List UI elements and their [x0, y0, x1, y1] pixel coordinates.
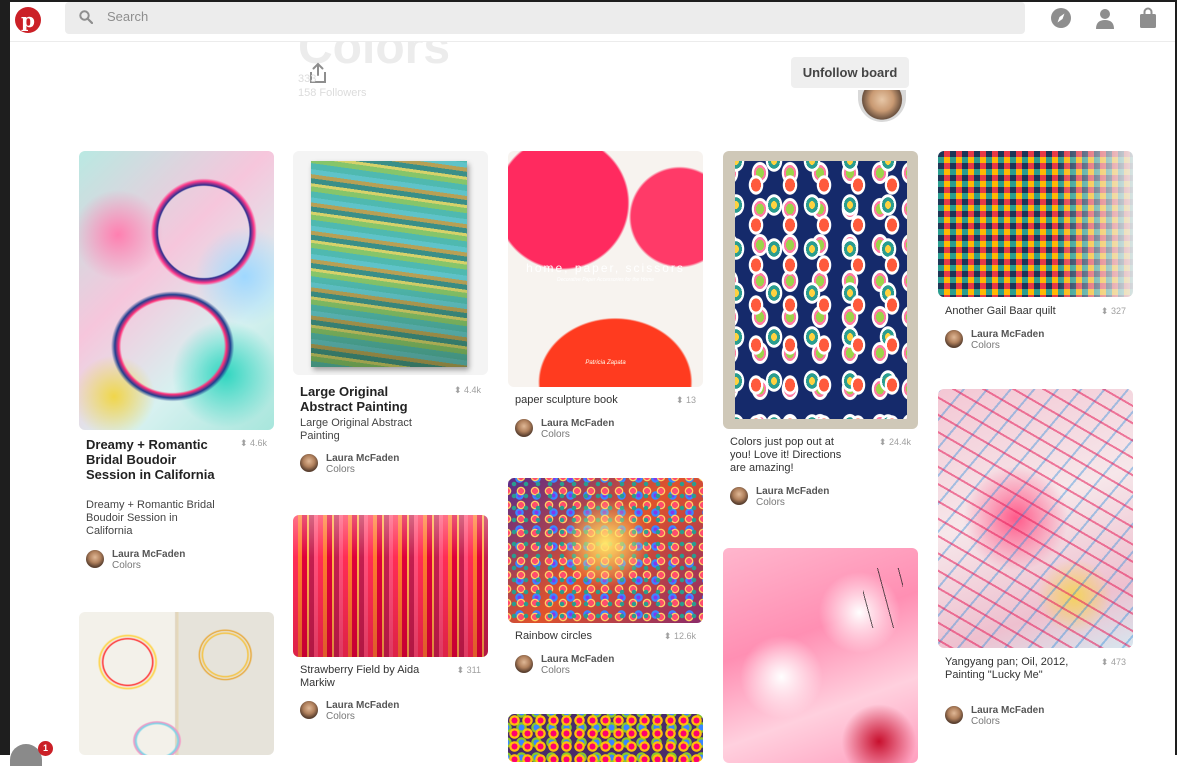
- profile-icon[interactable]: [1094, 7, 1116, 29]
- pin-description: Dreamy + Romantic Bridal Boudoir Session…: [86, 499, 215, 537]
- pin-icon: ⬍: [453, 385, 464, 395]
- pin-card[interactable]: [79, 612, 274, 755]
- repin-count-value: 12.6k: [673, 631, 696, 641]
- pin-image[interactable]: [293, 151, 488, 375]
- explore-icon[interactable]: [1050, 7, 1072, 29]
- pin-image[interactable]: [938, 389, 1133, 648]
- unfollow-board-button[interactable]: Unfollow board: [791, 57, 909, 88]
- pin-title[interactable]: paper sculpture book: [515, 394, 645, 407]
- repin-count-value: 24.4k: [888, 437, 911, 447]
- repin-count-value: 311: [466, 665, 481, 675]
- pinner-name[interactable]: Laura McFaden: [541, 418, 614, 429]
- painting-canvas: [311, 161, 467, 367]
- pin-board-name[interactable]: Colors: [541, 665, 570, 676]
- pin-title[interactable]: Dreamy + Romantic Bridal Boudoir Session…: [86, 437, 226, 482]
- pin-icon: ⬍: [239, 438, 250, 448]
- repin-count-value: 4.4k: [463, 385, 481, 395]
- search-icon: [79, 10, 93, 24]
- repin-count: ⬍ 4.4k: [431, 385, 481, 396]
- window-frame-left: [0, 0, 10, 755]
- search-input[interactable]: [107, 9, 407, 24]
- pin-board-name[interactable]: Colors: [112, 560, 141, 571]
- shopping-bag-icon[interactable]: [1137, 7, 1159, 29]
- repin-count-value: 4.6k: [249, 438, 267, 448]
- repin-count: ⬍ 327: [1076, 306, 1126, 317]
- pin-card[interactable]: Large Original Abstract Painting ⬍ 4.4k …: [293, 151, 488, 481]
- pin-card[interactable]: Yangyang pan; Oil, 2012, Painting "Lucky…: [938, 389, 1133, 729]
- pin-card[interactable]: home, paper, scissors Decorative Paper A…: [508, 151, 703, 441]
- pin-icon: ⬍: [878, 437, 889, 447]
- top-navigation-bar: p: [10, 2, 1175, 42]
- pin-title[interactable]: Strawberry Field by Aida Markiw: [300, 664, 420, 690]
- pin-image[interactable]: [508, 478, 703, 623]
- pin-card[interactable]: Strawberry Field by Aida Markiw ⬍ 311 La…: [293, 515, 488, 725]
- repin-count: ⬍ 12.6k: [646, 631, 696, 642]
- pinterest-logo-icon[interactable]: p: [15, 7, 41, 33]
- pin-icon: ⬍: [663, 631, 674, 641]
- pin-board-name[interactable]: Colors: [326, 711, 355, 722]
- pin-board-name[interactable]: Colors: [541, 429, 570, 440]
- book-title-text: home, paper, scissors: [526, 261, 685, 275]
- repin-count-value: 327: [1110, 306, 1126, 316]
- pin-title[interactable]: Yangyang pan; Oil, 2012, Painting "Lucky…: [945, 656, 1070, 682]
- user-avatar[interactable]: [300, 701, 318, 719]
- pin-card[interactable]: Another Gail Baar quilt ⬍ 327 Laura McFa…: [938, 151, 1133, 351]
- pin-image[interactable]: [723, 151, 918, 429]
- board-stats: 333 158 Followers: [298, 72, 366, 100]
- pin-image[interactable]: home, paper, scissors Decorative Paper A…: [508, 151, 703, 387]
- board-followers: 158 Followers: [298, 87, 367, 99]
- repin-count: ⬍ 24.4k: [861, 437, 911, 448]
- pin-icon: ⬍: [456, 665, 467, 675]
- search-bar[interactable]: [65, 2, 1025, 34]
- user-avatar[interactable]: [945, 706, 963, 724]
- pin-image[interactable]: [293, 515, 488, 657]
- pin-icon: ⬍: [675, 395, 686, 405]
- board-pin-count: 333: [298, 73, 317, 85]
- pinner-name[interactable]: Laura McFaden: [326, 700, 399, 711]
- user-avatar[interactable]: [515, 655, 533, 673]
- pin-image[interactable]: [938, 151, 1133, 297]
- pin-description: Large Original Abstract Painting: [300, 417, 412, 442]
- repin-count: ⬍ 311: [431, 665, 481, 676]
- user-avatar[interactable]: [515, 419, 533, 437]
- board-owner-avatar[interactable]: [858, 90, 906, 122]
- pin-title[interactable]: Rainbow circles: [515, 630, 645, 643]
- user-avatar[interactable]: [730, 487, 748, 505]
- pin-icon: ⬍: [1100, 657, 1111, 667]
- pin-image[interactable]: [723, 548, 918, 763]
- painting-canvas: [735, 161, 907, 419]
- pin-card[interactable]: Dreamy + Romantic Bridal Boudoir Session…: [79, 151, 274, 581]
- pinner-name[interactable]: Laura McFaden: [756, 486, 829, 497]
- repin-count-value: 13: [685, 395, 696, 405]
- pin-title[interactable]: Another Gail Baar quilt: [945, 305, 1075, 318]
- pinner-name[interactable]: Laura McFaden: [971, 329, 1044, 340]
- pinner-name[interactable]: Laura McFaden: [326, 453, 399, 464]
- user-avatar[interactable]: [945, 330, 963, 348]
- book-author-text: Patricia Zapata: [585, 360, 626, 366]
- pin-image[interactable]: [79, 612, 274, 755]
- pin-image[interactable]: [79, 151, 274, 430]
- repin-count-value: 473: [1110, 657, 1126, 667]
- pin-board-name[interactable]: Colors: [971, 340, 1000, 351]
- book-subtitle-text: Decorative Paper Accessories for the Hom…: [556, 277, 655, 283]
- repin-count: ⬍ 4.6k: [217, 438, 267, 449]
- pin-board-name[interactable]: Colors: [326, 464, 355, 475]
- user-avatar[interactable]: [300, 454, 318, 472]
- pin-card[interactable]: [723, 548, 918, 763]
- pin-card[interactable]: Colors just pop out at you! Love it! Dir…: [723, 151, 918, 521]
- pin-board-name[interactable]: Colors: [756, 497, 785, 508]
- pin-title[interactable]: Colors just pop out at you! Love it! Dir…: [730, 436, 850, 475]
- pinner-name[interactable]: Laura McFaden: [971, 705, 1044, 716]
- pin-card[interactable]: [508, 714, 703, 762]
- repin-count: ⬍ 473: [1076, 657, 1126, 668]
- user-avatar[interactable]: [86, 550, 104, 568]
- pin-title[interactable]: Large Original Abstract Painting: [300, 384, 430, 414]
- pinner-name[interactable]: Laura McFaden: [541, 654, 614, 665]
- pin-card[interactable]: Rainbow circles ⬍ 12.6k Laura McFaden Co…: [508, 478, 703, 678]
- repin-count: ⬍ 13: [646, 395, 696, 406]
- pin-board-name[interactable]: Colors: [971, 716, 1000, 727]
- pinner-name[interactable]: Laura McFaden: [112, 549, 185, 560]
- pin-icon: ⬍: [1100, 306, 1111, 316]
- notification-badge[interactable]: 1: [38, 741, 53, 756]
